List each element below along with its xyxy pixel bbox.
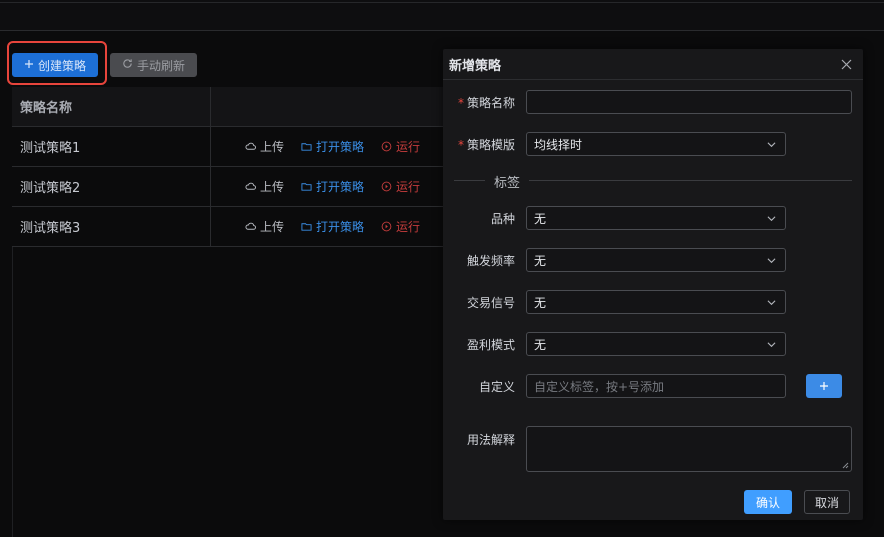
manual-refresh-button[interactable]: 手动刷新 bbox=[110, 53, 198, 77]
chevron-down-icon bbox=[767, 216, 776, 222]
tags-divider-label: 标签 bbox=[485, 172, 530, 191]
dialog-header: 新增策略 bbox=[443, 49, 863, 80]
upload-link[interactable]: 上传 bbox=[245, 218, 284, 235]
close-icon[interactable] bbox=[839, 57, 853, 71]
usage-label: 用法解释 bbox=[466, 432, 515, 447]
variety-value: 无 bbox=[534, 211, 547, 226]
cloud-icon bbox=[245, 142, 256, 150]
name-label: 策略名称 bbox=[466, 95, 515, 110]
run-link[interactable]: 运行 bbox=[381, 178, 420, 195]
play-circle-icon bbox=[381, 181, 392, 192]
chevron-down-icon bbox=[767, 300, 776, 306]
table-left-border bbox=[12, 247, 13, 537]
usage-textarea[interactable] bbox=[526, 426, 852, 472]
profit-value: 无 bbox=[534, 337, 547, 352]
open-strategy-label: 打开策略 bbox=[316, 180, 365, 194]
required-mark: * bbox=[457, 137, 464, 152]
new-strategy-dialog: 新增策略 * 策略名称 * 策略模版 均线择时 标签 品种 无 触发频率 无 交易信… bbox=[443, 49, 863, 520]
refresh-icon bbox=[122, 58, 133, 72]
strategy-table: 策略名称 测试策略1 上传 打开策略 运行 测试策略2 上传 打开策略 运行 测… bbox=[12, 87, 444, 247]
chevron-down-icon bbox=[767, 342, 776, 348]
variety-select[interactable]: 无 bbox=[526, 206, 786, 230]
top-divider bbox=[0, 2, 884, 3]
custom-tag-placeholder: 自定义标签，按+号添加 bbox=[534, 379, 665, 394]
chevron-down-icon bbox=[767, 142, 776, 148]
upload-label: 上传 bbox=[260, 140, 285, 154]
run-label: 运行 bbox=[396, 180, 421, 194]
plus-icon bbox=[820, 382, 828, 390]
open-strategy-link[interactable]: 打开策略 bbox=[301, 138, 364, 155]
open-strategy-link[interactable]: 打开策略 bbox=[301, 178, 364, 195]
custom-tag-input[interactable]: 自定义标签，按+号添加 bbox=[526, 374, 786, 398]
required-mark: * bbox=[457, 95, 464, 110]
name-label-wrap: * 策略名称 bbox=[443, 94, 515, 111]
strategy-name: 测试策略3 bbox=[12, 207, 211, 246]
table-header: 策略名称 bbox=[12, 87, 444, 127]
upload-label: 上传 bbox=[260, 220, 285, 234]
upload-link[interactable]: 上传 bbox=[245, 138, 284, 155]
row-actions: 上传 打开策略 运行 bbox=[211, 167, 444, 206]
upload-label: 上传 bbox=[260, 180, 285, 194]
play-circle-icon bbox=[381, 141, 392, 152]
table-row: 测试策略1 上传 打开策略 运行 bbox=[12, 127, 444, 167]
dialog-title: 新增策略 bbox=[449, 58, 502, 74]
plus-icon bbox=[24, 58, 34, 72]
template-value: 均线择时 bbox=[534, 137, 583, 152]
folder-icon bbox=[301, 223, 312, 231]
folder-icon bbox=[301, 183, 312, 191]
custom-label: 自定义 bbox=[478, 379, 515, 394]
strategy-name: 测试策略1 bbox=[12, 127, 211, 166]
toolbar: 创建策略 手动刷新 bbox=[12, 53, 198, 77]
play-circle-icon bbox=[381, 221, 392, 232]
template-label-wrap: * 策略模版 bbox=[443, 136, 515, 153]
run-link[interactable]: 运行 bbox=[381, 218, 420, 235]
run-label: 运行 bbox=[396, 220, 421, 234]
cloud-icon bbox=[245, 182, 256, 190]
create-strategy-label: 创建策略 bbox=[38, 58, 87, 73]
create-strategy-button[interactable]: 创建策略 bbox=[12, 53, 99, 77]
signal-select[interactable]: 无 bbox=[526, 290, 786, 314]
signal-value: 无 bbox=[534, 295, 547, 310]
run-label: 运行 bbox=[396, 140, 421, 154]
table-row: 测试策略3 上传 打开策略 运行 bbox=[12, 207, 444, 247]
template-select[interactable]: 均线择时 bbox=[526, 132, 786, 156]
signal-label: 交易信号 bbox=[466, 295, 515, 310]
row-actions: 上传 打开策略 运行 bbox=[211, 127, 444, 166]
row-actions: 上传 打开策略 运行 bbox=[211, 207, 444, 246]
frequency-label: 触发频率 bbox=[466, 253, 515, 268]
strategy-name-input[interactable] bbox=[526, 90, 852, 114]
profit-select[interactable]: 无 bbox=[526, 332, 786, 356]
run-link[interactable]: 运行 bbox=[381, 138, 420, 155]
chevron-down-icon bbox=[767, 258, 776, 264]
cancel-button[interactable]: 取消 bbox=[804, 490, 850, 514]
open-strategy-label: 打开策略 bbox=[316, 220, 365, 234]
column-header-name: 策略名称 bbox=[12, 87, 211, 126]
confirm-button[interactable]: 确认 bbox=[744, 490, 792, 514]
variety-label: 品种 bbox=[490, 211, 515, 226]
frequency-select[interactable]: 无 bbox=[526, 248, 786, 272]
open-strategy-link[interactable]: 打开策略 bbox=[301, 218, 364, 235]
add-tag-button[interactable] bbox=[806, 374, 842, 398]
folder-icon bbox=[301, 143, 312, 151]
table-row: 测试策略2 上传 打开策略 运行 bbox=[12, 167, 444, 207]
column-header-actions bbox=[211, 87, 444, 126]
manual-refresh-label: 手动刷新 bbox=[137, 58, 186, 73]
upload-link[interactable]: 上传 bbox=[245, 178, 284, 195]
profit-label: 盈利模式 bbox=[466, 337, 515, 352]
cloud-icon bbox=[245, 222, 256, 230]
open-strategy-label: 打开策略 bbox=[316, 140, 365, 154]
frequency-value: 无 bbox=[534, 253, 547, 268]
template-label: 策略模版 bbox=[466, 137, 515, 152]
strategy-name: 测试策略2 bbox=[12, 167, 211, 206]
top-bar bbox=[0, 0, 884, 31]
resize-handle-icon[interactable] bbox=[842, 462, 849, 469]
